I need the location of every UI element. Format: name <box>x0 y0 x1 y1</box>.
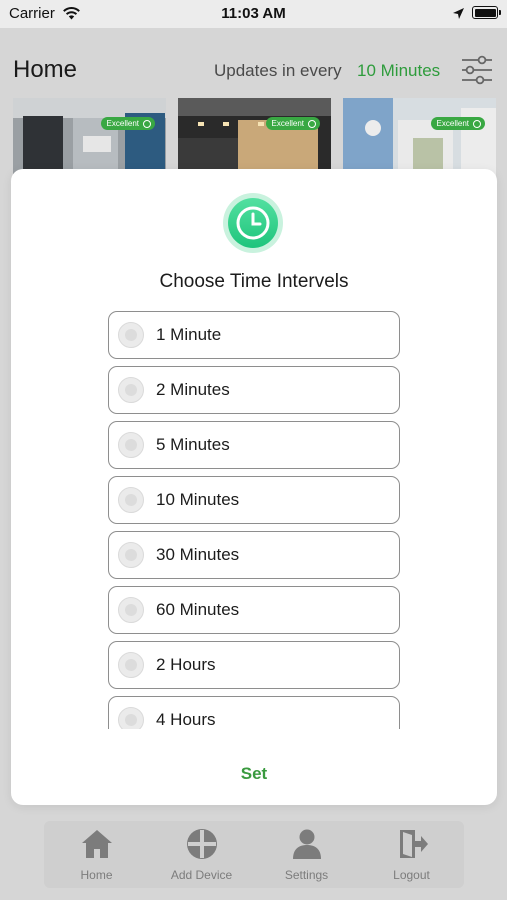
location-icon <box>453 8 464 19</box>
update-interval-prefix: Updates in every <box>214 61 342 80</box>
quality-badge: Excellent <box>100 117 155 130</box>
radio-button[interactable] <box>118 322 144 348</box>
radio-button[interactable] <box>118 652 144 678</box>
user-icon <box>292 829 321 859</box>
tab-label: Logout <box>393 868 430 882</box>
interval-option[interactable]: 2 Minutes <box>108 366 400 414</box>
page-title: Home <box>13 56 78 83</box>
room-photo <box>178 98 331 178</box>
room-photo <box>343 98 496 178</box>
tab-settings[interactable]: Settings <box>254 821 359 888</box>
battery-icon <box>472 6 501 19</box>
device-card[interactable]: Excellent <box>13 98 166 178</box>
interval-option[interactable]: 1 Minute <box>108 311 400 359</box>
option-label: 2 Minutes <box>156 380 230 399</box>
tab-label: Home <box>80 868 113 882</box>
time-interval-dialog: Choose Time Intervels 1 Minute 2 Minutes… <box>11 169 497 805</box>
device-card[interactable]: Excellent <box>343 98 496 178</box>
set-button[interactable]: Set <box>204 758 304 790</box>
option-label: 60 Minutes <box>156 600 240 619</box>
option-label: 30 Minutes <box>156 545 240 564</box>
option-label: 5 Minutes <box>156 435 230 454</box>
clock-icon <box>223 193 283 253</box>
filter-sliders-icon[interactable] <box>460 55 494 85</box>
interval-option[interactable]: 10 Minutes <box>108 476 400 524</box>
option-label: 4 Hours <box>156 710 216 729</box>
interval-option[interactable]: 30 Minutes <box>108 531 400 579</box>
status-time: 11:03 AM <box>221 5 286 22</box>
quality-badge: Excellent <box>430 117 485 130</box>
room-photo <box>13 98 166 178</box>
option-label: 2 Hours <box>156 655 216 674</box>
option-label: 1 Minute <box>156 325 222 344</box>
tab-label: Settings <box>284 868 329 882</box>
dialog-title: Choose Time Intervels <box>159 271 349 292</box>
interval-option[interactable]: 4 Hours <box>108 696 400 729</box>
app-header: Home Updates in every 10 Minutes <box>0 28 507 98</box>
interval-options-list[interactable]: 1 Minute 2 Minutes 5 Minutes 10 Minutes … <box>107 311 401 729</box>
radio-button[interactable] <box>118 487 144 513</box>
interval-option[interactable]: 60 Minutes <box>108 586 400 634</box>
interval-option[interactable]: 2 Hours <box>108 641 400 689</box>
tab-logout[interactable]: Logout <box>359 821 464 888</box>
radio-button[interactable] <box>118 597 144 623</box>
update-interval-value[interactable]: 10 Minutes <box>357 61 440 81</box>
radio-button[interactable] <box>118 542 144 568</box>
radio-button[interactable] <box>118 432 144 458</box>
tab-home[interactable]: Home <box>44 821 149 888</box>
tab-bar: Home Add Device Settings Logout <box>44 821 464 888</box>
status-bar: Carrier 11:03 AM <box>0 0 507 28</box>
quality-badge: Excellent <box>265 117 320 130</box>
logout-icon <box>399 830 428 858</box>
option-label: 10 Minutes <box>156 490 240 509</box>
home-icon <box>81 830 112 858</box>
radio-button[interactable] <box>118 377 144 403</box>
radio-button[interactable] <box>118 707 144 729</box>
tab-label: Add Device <box>170 868 233 882</box>
device-card[interactable]: Excellent <box>178 98 331 178</box>
interval-option[interactable]: 5 Minutes <box>108 421 400 469</box>
tab-add-device[interactable]: Add Device <box>149 821 254 888</box>
add-device-icon <box>186 829 217 859</box>
